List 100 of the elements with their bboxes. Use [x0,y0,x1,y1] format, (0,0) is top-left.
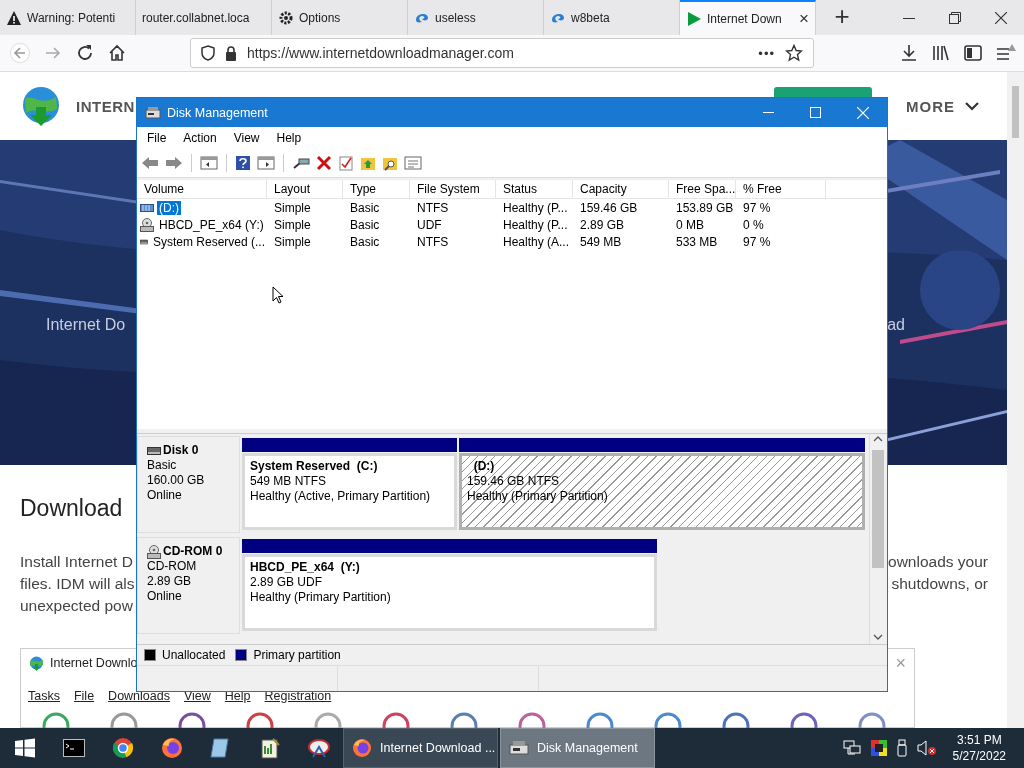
gear-icon [278,9,294,26]
star-icon[interactable] [785,44,803,62]
windows-start-icon[interactable] [14,738,35,758]
shield-icon [201,45,215,61]
menu-item[interactable]: Help [224,689,251,703]
table-cell-text: Healthy (A... [502,234,571,249]
fox-icon[interactable] [160,737,183,759]
volume-name[interactable]: (D:) [157,200,181,215]
volume-name[interactable]: System Reserved (... [150,234,267,249]
table-cell-text: 97 % [742,234,772,249]
restore-icon[interactable] [949,11,961,24]
lock-icon [225,45,237,61]
menu-item[interactable]: File [147,131,167,145]
menu-item[interactable]: Registration [264,689,332,703]
disk-app-icon [145,104,161,121]
warning-icon [6,9,22,26]
taskbar-button[interactable]: Disk Management [500,728,655,768]
check-icon[interactable] [338,155,354,171]
window-title: Disk Management [167,105,268,120]
disk-name: CD-ROM 0 [163,544,223,559]
panel-icon[interactable] [257,155,275,171]
close-icon[interactable]: × [799,10,809,27]
column-header[interactable]: Layout [267,180,343,198]
color-display-icon[interactable] [870,740,887,756]
column-header[interactable]: File System [410,180,496,198]
menu-item[interactable]: View [233,131,260,145]
help-icon[interactable] [235,155,251,171]
partition[interactable]: System Reserved (C:) 549 MB NTFS Healthy (Active, Primary Partition) [242,453,457,530]
tab-title: w8beta [571,10,611,25]
optical-drive-icon [147,544,161,559]
maximize-icon[interactable] [810,107,821,118]
terminal-icon[interactable] [62,739,85,757]
menu-item[interactable]: Tasks [28,689,60,703]
table-cell-text: 0 MB [675,217,705,232]
partition[interactable]: (D:) 159.46 GB NTFS Healthy (Primary Partition) [459,453,865,530]
column-header[interactable]: Status [496,180,573,198]
download-icon[interactable] [900,44,918,62]
tab-title: router.collabnet.loca [142,10,251,25]
usb-drive-icon[interactable] [896,739,907,757]
legend-label: Primary partition [253,648,341,662]
reload-icon[interactable] [76,44,94,62]
scrollbar[interactable] [1007,72,1024,728]
menu-item[interactable]: Action [183,131,217,145]
network-icon[interactable] [842,740,861,756]
folder-up-icon[interactable] [360,155,376,171]
scroll-up-icon[interactable] [873,436,883,442]
paragraph-line: unexpected pow [20,596,134,616]
close-icon[interactable] [995,11,1007,24]
globe-logo-icon [20,85,62,127]
cursor-icon [272,286,284,304]
panel-icon[interactable] [200,155,218,171]
column-header[interactable]: Volume [137,180,267,198]
volume-name[interactable]: HBCD_PE_x64 (Y:) [157,217,266,232]
drive-icon [147,446,161,455]
play-icon [686,10,702,27]
column-header[interactable]: Free Spa... [669,180,736,198]
scrollbar[interactable] [869,434,887,644]
disk-label[interactable]: Disk 0 Basic 160.00 GB Online [137,436,240,533]
folder-search-icon[interactable] [382,155,398,171]
menu-item[interactable]: Downloads [108,689,170,703]
column-header[interactable]: % Free [736,180,826,198]
table-cell-text: 153.89 GB [675,200,735,215]
new-tab-button[interactable]: + [826,0,858,35]
delete-icon[interactable] [316,155,332,171]
clock-date: 5/27/2022 [952,748,1006,764]
partition[interactable]: HBCD_PE_x64 (Y:) 2.89 GB UDF Healthy (Primary Partition) [242,554,657,631]
home-icon[interactable] [108,44,126,62]
menu-item[interactable]: Help [276,131,302,145]
address-bar[interactable]: https://www.internetdownloadmanager.com ••• [190,38,814,68]
tab[interactable]: Internet Down × [680,0,816,35]
disk-app-icon [509,738,529,758]
back-icon[interactable] [141,155,159,171]
library-icon[interactable] [932,44,950,62]
forward-icon[interactable] [165,155,183,171]
taskbar-button[interactable]: Internet Download ... [343,728,498,768]
paragraph-line: shutdowns, or [890,574,988,594]
more-button[interactable]: ••• [758,45,775,61]
menu-item[interactable]: View [183,689,211,703]
drive-icon [140,237,148,246]
column-header[interactable]: Type [343,180,410,198]
table-cell-text: Simple [273,200,312,215]
disk-info: Basic [147,458,178,473]
chart-document-icon[interactable] [258,737,281,759]
more-menu[interactable]: MORE [906,97,979,115]
sidebar-icon[interactable] [964,44,982,62]
table-cell-text: NTFS [416,234,450,249]
scroll-down-icon[interactable] [873,634,883,640]
browser-icon[interactable] [111,737,134,759]
partition-size: 159.46 GB NTFS [467,474,560,489]
menu-item[interactable]: File [73,689,95,703]
column-header[interactable]: Capacity [573,180,669,198]
muted-speaker-icon[interactable] [916,740,937,756]
back-icon[interactable] [10,43,30,63]
disk-label[interactable]: CD-ROM 0 CD-ROM 2.89 GB Online [137,537,240,634]
paragraph-line: ownloads your [888,552,988,572]
menu-icon[interactable] [996,44,1016,62]
paragraph-line: Install Internet D [20,552,134,572]
disk-name: Disk 0 [163,443,199,458]
table-cell-text: UDF [416,217,443,232]
disk-info: 160.00 GB [147,473,206,488]
